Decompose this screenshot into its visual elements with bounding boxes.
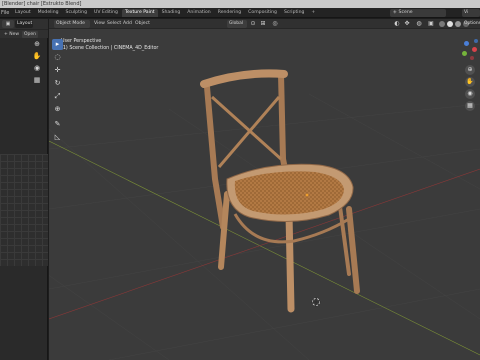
pan-icon[interactable]: ✋ bbox=[32, 51, 42, 61]
view-layer-selector[interactable]: Vi bbox=[462, 9, 480, 17]
viewport-toolbar: ▸ ◌ ✛ ↻ ⤢ ⊕ ✎ ◺ bbox=[52, 39, 64, 145]
cursor-icon[interactable]: ◌ bbox=[52, 52, 63, 63]
x-axis-icon[interactable] bbox=[472, 47, 477, 52]
add-menu[interactable]: Add bbox=[123, 19, 132, 29]
editor-type-button[interactable]: ▣ bbox=[2, 20, 14, 28]
material-shading-icon[interactable] bbox=[455, 21, 461, 27]
chair-model bbox=[200, 69, 360, 313]
blender-window: [Blender] chair [Estrukto Blend] File La… bbox=[0, 0, 480, 360]
zoom-view-icon[interactable]: ⊕ bbox=[465, 65, 475, 75]
view-name-label: User Perspective bbox=[61, 39, 102, 44]
measure-icon[interactable]: ◺ bbox=[52, 132, 63, 143]
image-editor-panel: ▣ Layout + New Open ⊕ ✋ ◉ ▦ bbox=[0, 19, 48, 360]
tab-sculpting[interactable]: Sculpting bbox=[63, 9, 90, 17]
tab-scripting[interactable]: Scripting bbox=[281, 9, 307, 17]
object-mode-dropdown[interactable]: Object Mode bbox=[54, 20, 90, 28]
view-layer-label: Vi bbox=[464, 10, 469, 15]
image-editor-subheader: + New Open bbox=[0, 29, 48, 38]
options-dropdown[interactable]: Options bbox=[464, 19, 480, 29]
viewport-scene bbox=[49, 69, 480, 360]
transform-icon[interactable]: ⊕ bbox=[52, 104, 63, 115]
orientation-dropdown[interactable]: Global bbox=[227, 20, 247, 28]
tab-animation[interactable]: Animation bbox=[184, 9, 213, 17]
object-menu[interactable]: Object bbox=[135, 19, 150, 29]
select-box-icon[interactable]: ▸ bbox=[52, 39, 63, 50]
grid-icon[interactable]: ▦ bbox=[32, 75, 42, 85]
snap-icon[interactable]: ⊞ bbox=[259, 20, 267, 28]
tab-rendering[interactable]: Rendering bbox=[215, 9, 244, 17]
overlay-icon[interactable]: ◍ bbox=[415, 20, 423, 28]
visibility-icon[interactable]: ◐ bbox=[393, 20, 401, 28]
scale-icon[interactable]: ⤢ bbox=[52, 91, 63, 102]
move-icon[interactable]: ✛ bbox=[52, 65, 63, 76]
z-axis-icon[interactable] bbox=[464, 41, 469, 46]
3d-cursor-icon bbox=[311, 297, 321, 307]
wireframe-shading-icon[interactable] bbox=[439, 21, 445, 27]
new-image-button[interactable]: + New bbox=[4, 30, 19, 39]
pan-view-icon[interactable]: ✋ bbox=[465, 77, 475, 87]
proportional-icon[interactable]: ◎ bbox=[271, 20, 279, 28]
solid-shading-icon[interactable] bbox=[447, 21, 453, 27]
scene-label: Scene bbox=[398, 10, 413, 15]
viewport-header: Object Mode View Select Add Object Globa… bbox=[49, 19, 480, 29]
view-menu[interactable]: View bbox=[94, 19, 105, 29]
y-axis-icon[interactable] bbox=[462, 51, 467, 56]
scene-selector[interactable]: ◈ Scene bbox=[390, 9, 446, 17]
pivot-icon[interactable]: ⊙ bbox=[249, 20, 257, 28]
add-workspace-button[interactable]: + bbox=[308, 9, 318, 17]
rotate-icon[interactable]: ↻ bbox=[52, 78, 63, 89]
image-editor-header: ▣ Layout bbox=[0, 19, 48, 29]
image-editor-toolbar: ⊕ ✋ ◉ ▦ bbox=[32, 39, 44, 87]
workspace-tabs: Layout Modeling Sculpting UV Editing Tex… bbox=[12, 9, 318, 17]
3d-viewport[interactable]: Object Mode View Select Add Object Globa… bbox=[49, 19, 480, 360]
layer-field[interactable]: Layout bbox=[15, 20, 33, 28]
window-title: [Blender] chair [Estrukto Blend] bbox=[2, 1, 82, 7]
tab-modeling[interactable]: Modeling bbox=[35, 9, 62, 17]
xray-icon[interactable]: ▣ bbox=[427, 20, 435, 28]
scene-icon: ◈ bbox=[393, 10, 397, 15]
annotate-icon[interactable]: ✎ bbox=[52, 119, 63, 130]
workspace-bar: File Layout Modeling Sculpting UV Editin… bbox=[0, 8, 480, 18]
zoom-icon[interactable]: ⊕ bbox=[32, 39, 42, 49]
neg-z-axis-icon[interactable] bbox=[474, 39, 478, 43]
tab-layout[interactable]: Layout bbox=[12, 9, 34, 17]
file-menu[interactable]: File bbox=[1, 8, 9, 18]
perspective-toggle-icon[interactable]: ▦ bbox=[465, 101, 475, 111]
floor-grid bbox=[49, 93, 480, 360]
tab-uv-editing[interactable]: UV Editing bbox=[91, 9, 121, 17]
select-menu[interactable]: Select bbox=[107, 19, 121, 29]
camera-view-icon[interactable]: ◉ bbox=[465, 89, 475, 99]
collection-label: (1) Scene Collection | CINEMA_4D_Editor bbox=[61, 46, 159, 51]
tab-compositing[interactable]: Compositing bbox=[245, 9, 280, 17]
neg-x-axis-icon[interactable] bbox=[470, 56, 474, 60]
title-bar: [Blender] chair [Estrukto Blend] bbox=[0, 0, 480, 8]
open-image-button[interactable]: Open bbox=[22, 31, 39, 38]
tab-texture-paint[interactable]: Texture Paint bbox=[121, 9, 158, 17]
gizmo-toggle-icon[interactable]: ✥ bbox=[403, 20, 411, 28]
tab-shading[interactable]: Shading bbox=[159, 9, 184, 17]
camera-icon[interactable]: ◉ bbox=[32, 63, 42, 73]
image-editor-canvas[interactable] bbox=[0, 154, 48, 266]
